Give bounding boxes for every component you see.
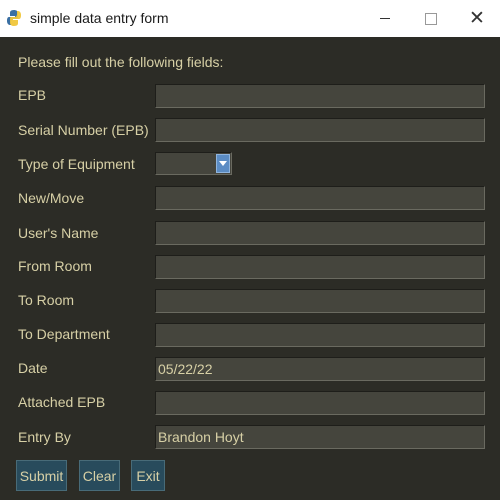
label-date: Date bbox=[18, 360, 48, 376]
label-from-room: From Room bbox=[18, 258, 92, 274]
submit-button[interactable]: Submit bbox=[16, 460, 67, 491]
attached-epb-input[interactable] bbox=[155, 391, 485, 415]
clear-button[interactable]: Clear bbox=[79, 460, 120, 491]
chevron-down-icon bbox=[219, 161, 227, 166]
title-bar[interactable]: simple data entry form ✕ bbox=[0, 0, 500, 37]
close-button[interactable]: ✕ bbox=[454, 0, 500, 37]
from-room-input[interactable] bbox=[155, 255, 485, 279]
entry-by-input[interactable]: Brandon Hoyt bbox=[155, 425, 485, 449]
label-users-name: User's Name bbox=[18, 225, 99, 241]
app-window: simple data entry form ✕ Please fill out… bbox=[0, 0, 500, 500]
minimize-button[interactable] bbox=[362, 0, 408, 37]
serial-number-input[interactable] bbox=[155, 118, 485, 142]
form-heading: Please fill out the following fields: bbox=[18, 54, 224, 70]
maximize-button[interactable] bbox=[408, 0, 454, 37]
dropdown-arrow-button[interactable] bbox=[216, 154, 230, 173]
close-icon: ✕ bbox=[469, 8, 485, 29]
label-epb: EPB bbox=[18, 87, 47, 103]
type-of-equipment-select[interactable] bbox=[155, 152, 232, 175]
epb-input[interactable] bbox=[155, 84, 485, 108]
minimize-icon bbox=[380, 18, 390, 19]
label-serial-number: Serial Number (EPB) bbox=[18, 122, 149, 138]
new-move-input[interactable] bbox=[155, 186, 485, 210]
label-new-move: New/Move bbox=[18, 190, 85, 206]
users-name-input[interactable] bbox=[155, 221, 485, 245]
python-icon bbox=[7, 10, 21, 26]
date-input[interactable]: 05/22/22 bbox=[155, 357, 485, 381]
label-type-of-equipment: Type of Equipment bbox=[18, 156, 135, 172]
label-to-room: To Room bbox=[18, 292, 75, 308]
maximize-icon bbox=[425, 12, 437, 25]
label-to-department: To Department bbox=[18, 326, 110, 342]
exit-button[interactable]: Exit bbox=[131, 460, 165, 491]
to-department-input[interactable] bbox=[155, 323, 485, 347]
window-title: simple data entry form bbox=[30, 10, 169, 26]
label-attached-epb: Attached EPB bbox=[18, 394, 106, 410]
label-entry-by: Entry By bbox=[18, 429, 71, 445]
to-room-input[interactable] bbox=[155, 289, 485, 313]
